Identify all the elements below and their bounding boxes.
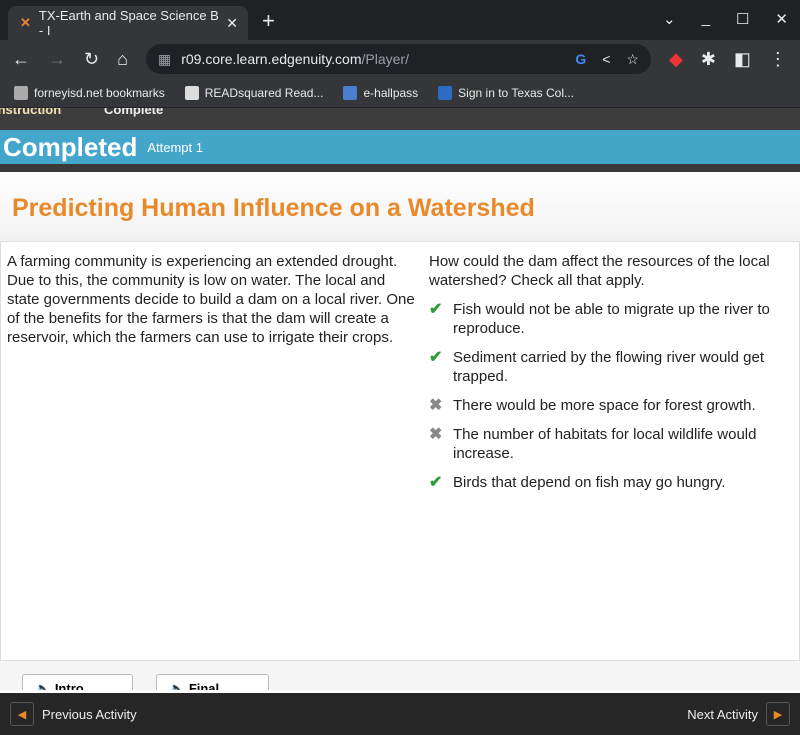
check-icon: ✔: [429, 301, 443, 318]
option-text: Sediment carried by the flowing river wo…: [453, 349, 764, 385]
previous-activity-button[interactable]: Previous Activity: [42, 707, 137, 722]
back-icon[interactable]: ←: [12, 49, 30, 70]
texas-icon: [438, 85, 453, 100]
speaker-icon: 🔈: [169, 681, 186, 690]
url-host: r09.core.learn.edgenuity.com: [181, 51, 362, 67]
answer-option: ✖ There would be more space for forest gr…: [429, 396, 793, 415]
browser-tab-bar: ✕ TX-Earth and Space Science B - I ✕ + ⌄…: [0, 0, 800, 40]
new-tab-button[interactable]: +: [262, 8, 275, 34]
check-icon: ✔: [429, 474, 443, 491]
ehallpass-icon: [343, 85, 358, 100]
answer-option: ✔ Fish would not be able to migrate up th…: [429, 300, 793, 338]
site-info-icon[interactable]: ▦: [158, 51, 171, 68]
bookmark-readsquared[interactable]: READsquared Read...: [184, 85, 323, 100]
tab-search-icon[interactable]: ⌄: [663, 10, 676, 28]
next-activity-button[interactable]: Next Activity: [687, 707, 758, 722]
nav-instruction[interactable]: Instruction: [0, 108, 61, 117]
previous-arrow-icon[interactable]: ◀: [10, 702, 34, 726]
answer-option: ✖ The number of habitats for local wildli…: [429, 425, 793, 463]
question: How could the dam affect the resources o…: [429, 253, 770, 289]
browser-tab[interactable]: ✕ TX-Earth and Space Science B - I ✕: [8, 6, 248, 40]
google-icon[interactable]: G: [575, 51, 586, 68]
readsquared-icon: [184, 85, 199, 100]
edgenuity-logo-icon: ✕: [20, 15, 31, 30]
bookmark-ehallpass[interactable]: e-hallpass: [343, 85, 418, 100]
page-title: Predicting Human Influence on a Watershe…: [12, 194, 535, 222]
answer-option: ✔ Birds that depend on fish may go hungry…: [429, 473, 793, 492]
passage: A farming community is experiencing an e…: [7, 253, 415, 346]
menu-icon[interactable]: ⋮: [769, 49, 787, 70]
folder-icon: [14, 85, 28, 100]
minimize-button[interactable]: _: [702, 10, 710, 28]
option-text: Fish would not be able to migrate up the…: [453, 301, 770, 337]
final-audio-button[interactable]: 🔈 Final: [156, 674, 269, 690]
home-icon[interactable]: ⌂: [117, 49, 128, 70]
footer-nav: ◀ Previous Activity Next Activity ▶: [0, 693, 800, 735]
option-text: Birds that depend on fish may go hungry.: [453, 474, 726, 491]
activity-nav: Instruction Complete: [0, 108, 800, 130]
speaker-icon: 🔈: [35, 681, 52, 690]
extensions-puzzle-icon[interactable]: ✱: [701, 49, 716, 70]
next-arrow-icon[interactable]: ▶: [766, 702, 790, 726]
answer-option: ✔ Sediment carried by the flowing river w…: [429, 348, 793, 386]
tab-title: TX-Earth and Space Science B - I: [38, 8, 219, 38]
side-panel-icon[interactable]: ◧: [734, 49, 751, 70]
close-tab-icon[interactable]: ✕: [226, 15, 238, 32]
status-banner: Completed Attempt 1: [0, 130, 800, 172]
reload-icon[interactable]: ↻: [84, 49, 99, 70]
option-text: There would be more space for forest gro…: [453, 397, 756, 414]
status-label: Completed: [3, 131, 138, 162]
bookmarks-bar: forneyisd.net bookmarks READsquared Read…: [0, 78, 800, 108]
maximize-button[interactable]: ☐: [736, 10, 749, 28]
nav-complete[interactable]: Complete: [104, 108, 163, 117]
bookmark-folder[interactable]: forneyisd.net bookmarks: [14, 85, 165, 100]
bookmark-texas[interactable]: Sign in to Texas Col...: [438, 85, 574, 100]
address-bar[interactable]: ▦ r09.core.learn.edgenuity.com/Player/ G…: [145, 44, 651, 74]
url-path: /Player/: [361, 51, 409, 67]
close-window-button[interactable]: ✕: [775, 10, 788, 28]
browser-toolbar: ← → ↻ ⌂ ▦ r09.core.learn.edgenuity.com/P…: [0, 40, 800, 78]
share-icon[interactable]: <: [602, 51, 610, 68]
intro-audio-button[interactable]: 🔈 Intro: [22, 674, 133, 690]
check-icon: ✔: [429, 349, 443, 366]
extension-icon[interactable]: ◆: [669, 49, 683, 70]
x-icon: ✖: [429, 397, 443, 414]
forward-icon[interactable]: →: [48, 49, 66, 70]
attempt-label: Attempt 1: [147, 139, 203, 155]
bookmark-star-icon[interactable]: ☆: [626, 51, 639, 68]
option-text: The number of habitats for local wildlif…: [453, 426, 757, 462]
x-icon: ✖: [429, 426, 443, 443]
